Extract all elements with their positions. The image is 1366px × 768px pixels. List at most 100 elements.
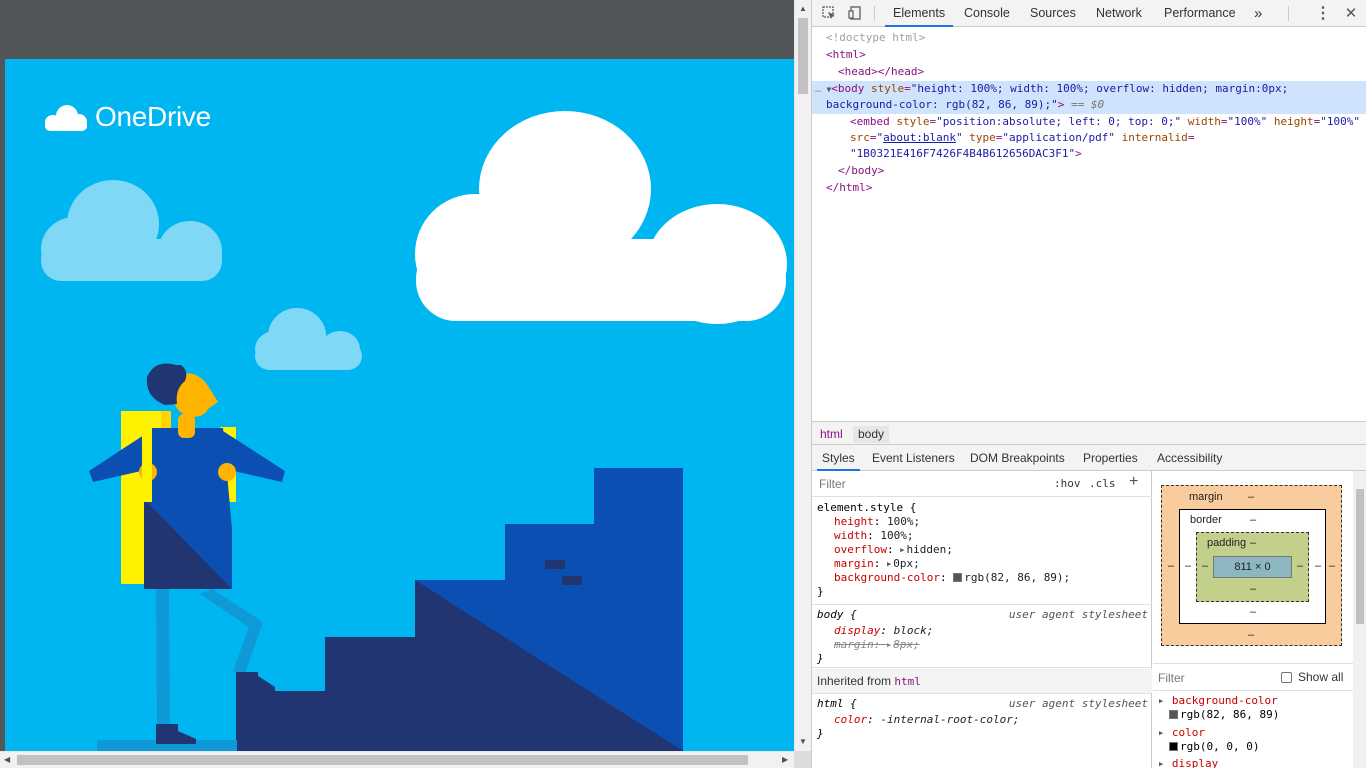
dom-embed-node-cont[interactable]: src="about:blank" type="application/pdf"… — [850, 130, 1194, 147]
border-bottom-value[interactable]: – — [1250, 606, 1256, 618]
computed-prop-background-color[interactable]: ▶ background-color — [1159, 694, 1278, 708]
dom-embed-type-value: "application/pdf" — [1002, 131, 1115, 144]
dom-body-style-value-2: background-color: rgb(82, 86, 89);" — [826, 98, 1058, 111]
computed-scrollbar[interactable] — [1353, 471, 1366, 768]
margin-right-value[interactable]: – — [1329, 560, 1335, 572]
tab-event-listeners[interactable]: Event Listeners — [867, 445, 960, 471]
border-top-value[interactable]: – — [1250, 514, 1256, 526]
device-toolbar-icon[interactable] — [846, 5, 864, 21]
inspect-element-icon[interactable] — [820, 5, 838, 21]
horizontal-scrollbar[interactable]: ◀ ▶ — [0, 751, 794, 768]
dom-embed-node-cont2[interactable]: "1B0321E416F7426F4B4B612656DAC3F1"> — [850, 146, 1082, 163]
scroll-up-icon[interactable]: ▲ — [799, 4, 807, 13]
kebab-menu-icon[interactable]: ⋮ — [1314, 5, 1332, 22]
cls-toggle[interactable]: .cls — [1089, 477, 1116, 490]
show-all-label[interactable]: Show all — [1298, 670, 1343, 684]
scroll-left-icon[interactable]: ◀ — [4, 755, 10, 764]
tab-properties[interactable]: Properties — [1078, 445, 1143, 471]
inherited-from-html-link[interactable]: html — [894, 675, 921, 688]
padding-right-value[interactable]: – — [1297, 560, 1303, 572]
inherited-from-header: Inherited from html — [812, 669, 1152, 694]
dom-body-node-cont[interactable]: background-color: rgb(82, 86, 89);"> == … — [826, 97, 1104, 114]
style-prop-color: color: -internal-root-color; — [834, 713, 1020, 726]
body-ua-rule: body { user agent stylesheet display: bl… — [812, 606, 1152, 668]
style-prop-background-color[interactable]: background-color: rgb(82, 86, 89); — [834, 571, 1070, 585]
padding-top-value[interactable]: – — [1250, 537, 1256, 549]
element-style-selector[interactable]: element.style { — [817, 501, 916, 515]
dom-tree: <!doctype html> <html> <head></head> … ▼… — [812, 28, 1366, 420]
toolbar-divider — [874, 6, 875, 21]
tab-elements[interactable]: Elements — [885, 0, 954, 27]
rule-close-brace: } — [817, 585, 824, 598]
computed-prop-color[interactable]: ▶ color — [1159, 726, 1205, 740]
onedrive-cloud-icon — [45, 105, 87, 131]
margin-top-value[interactable]: – — [1248, 491, 1254, 503]
toolbar-divider — [1288, 6, 1289, 21]
tab-accessibility[interactable]: Accessibility — [1152, 445, 1227, 471]
dom-body-node[interactable]: … ▼<body style="height: 100%; width: 100… — [815, 81, 1288, 99]
hov-toggle[interactable]: :hov — [1054, 477, 1081, 490]
padding-left-value[interactable]: – — [1202, 560, 1208, 572]
padding-bottom-value[interactable]: – — [1250, 583, 1256, 595]
expand-triangle-icon[interactable]: ▼ — [822, 85, 831, 94]
tab-sources[interactable]: Sources — [1022, 0, 1084, 27]
computed-prop-display[interactable]: ▶ display — [1159, 757, 1218, 768]
inherited-from-label: Inherited from — [817, 674, 892, 688]
tab-network[interactable]: Network — [1088, 0, 1150, 27]
breadcrumb-html[interactable]: html — [815, 426, 848, 443]
pdf-viewer: OneDrive ▲ ▼ ◀ ▶ — [0, 0, 811, 768]
breadcrumb-body[interactable]: body — [853, 426, 890, 443]
new-rule-icon[interactable]: + — [1129, 473, 1138, 491]
color-swatch — [1169, 742, 1178, 751]
dom-html-close[interactable]: </html> — [826, 180, 872, 197]
tab-console[interactable]: Console — [956, 0, 1018, 27]
html-selector[interactable]: html { — [817, 697, 857, 711]
margin-left-value[interactable]: – — [1168, 560, 1174, 572]
onedrive-logo-text: OneDrive — [95, 101, 211, 132]
horizontal-scroll-thumb[interactable] — [17, 755, 748, 765]
ellipsis-icon[interactable]: … — [815, 82, 822, 95]
element-style-rule: element.style { height: 100%; width: 100… — [812, 498, 1152, 605]
vertical-scrollbar[interactable]: ▲ ▼ — [794, 0, 811, 751]
border-left-value[interactable]: – — [1185, 560, 1191, 572]
dom-head[interactable]: <head></head> — [838, 64, 924, 81]
computed-scroll-thumb[interactable] — [1356, 489, 1364, 624]
tab-styles[interactable]: Styles — [817, 445, 860, 471]
dom-embed-type-attr: type — [969, 131, 996, 144]
styles-filter-input[interactable] — [815, 474, 1043, 494]
dom-doctype[interactable]: <!doctype html> — [826, 30, 925, 47]
computed-filter-input[interactable] — [1158, 669, 1268, 687]
style-prop-overflow[interactable]: overflow: ▶ hidden; — [834, 543, 953, 557]
scroll-down-icon[interactable]: ▼ — [799, 737, 807, 746]
box-model-margin[interactable]: margin – – – – border – – – – padding – … — [1161, 485, 1342, 646]
scrollbar-corner — [794, 751, 811, 768]
style-prop-height[interactable]: height: 100%; — [834, 515, 920, 529]
tab-dom-breakpoints[interactable]: DOM Breakpoints — [965, 445, 1070, 471]
expand-triangle-icon: ▶ — [887, 560, 892, 568]
color-swatch[interactable] — [953, 573, 963, 582]
more-tabs-icon[interactable]: » — [1246, 0, 1270, 27]
border-right-value[interactable]: – — [1315, 560, 1321, 572]
ua-stylesheet-label: user agent stylesheet — [1008, 697, 1148, 710]
margin-bottom-value[interactable]: – — [1248, 629, 1254, 641]
dom-embed-node[interactable]: <embed style="position:absolute; left: 0… — [850, 114, 1360, 131]
style-prop-width[interactable]: width: 100%; — [834, 529, 914, 543]
dom-html-open[interactable]: <html> — [826, 47, 866, 64]
box-model-content[interactable]: 811 × 0 — [1213, 556, 1292, 578]
show-all-checkbox[interactable] — [1281, 672, 1292, 683]
style-prop-margin[interactable]: margin: ▶ 0px; — [834, 557, 920, 571]
dom-embed-src-link[interactable]: about:blank — [883, 131, 956, 144]
onedrive-illustration — [41, 111, 787, 751]
body-selector[interactable]: body { — [817, 608, 857, 622]
scroll-right-icon[interactable]: ▶ — [782, 755, 788, 764]
cloud-small — [255, 308, 362, 370]
box-model-padding[interactable]: padding – – – – 811 × 0 — [1196, 532, 1309, 602]
computed-pane: margin – – – – border – – – – padding – … — [1153, 471, 1366, 768]
dom-embed-src-attr: src — [850, 131, 870, 144]
vertical-scroll-thumb[interactable] — [798, 18, 808, 94]
dom-body-style-attr: style — [871, 82, 905, 95]
tab-performance[interactable]: Performance — [1156, 0, 1244, 27]
close-icon[interactable]: ✕ — [1342, 5, 1360, 22]
dom-body-close[interactable]: </body> — [838, 163, 884, 180]
box-model-border[interactable]: border – – – – padding – – – – 811 × 0 — [1179, 509, 1326, 624]
